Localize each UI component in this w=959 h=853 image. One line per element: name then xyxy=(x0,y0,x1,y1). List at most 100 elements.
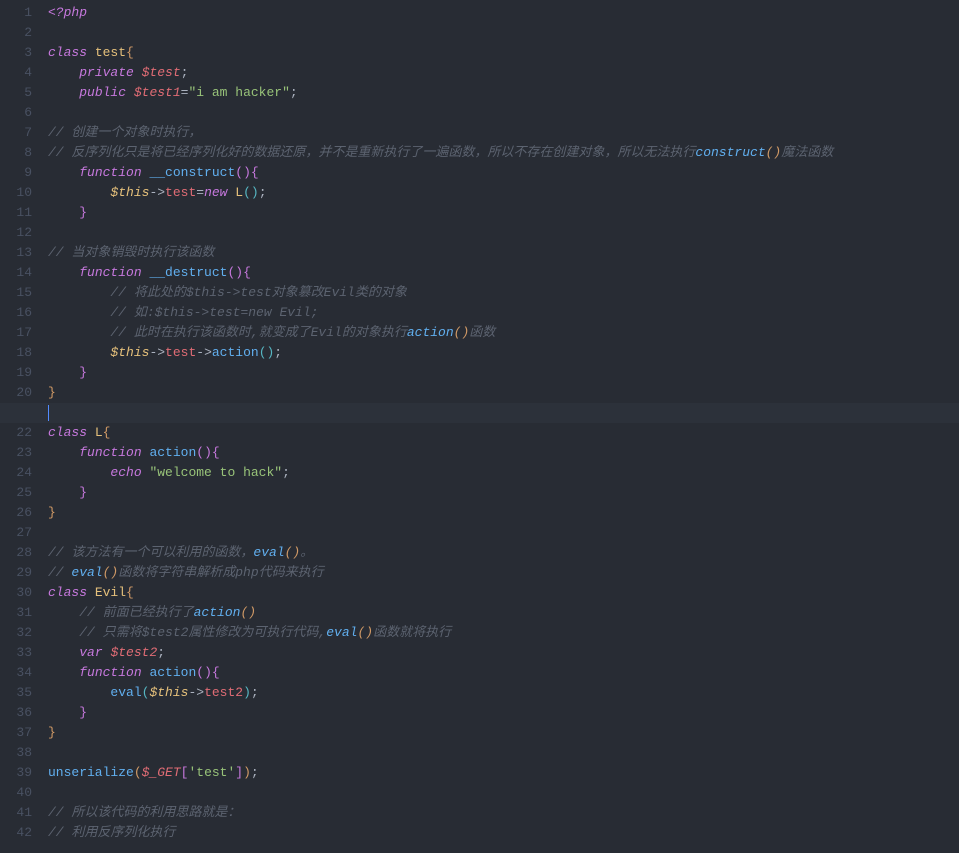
token-default xyxy=(48,165,79,180)
token-punct: ; xyxy=(157,645,165,660)
code-line[interactable]: $this->test->action(); xyxy=(40,343,959,363)
line-number: 28 xyxy=(0,543,40,563)
token-cmtfunc: construct xyxy=(695,145,765,160)
code-line[interactable] xyxy=(40,783,959,803)
token-comment: 函数将字符串解析成php代码来执行 xyxy=(118,565,323,580)
line-number: 23 xyxy=(0,443,40,463)
code-line[interactable]: // eval()函数将字符串解析成php代码来执行 xyxy=(40,563,959,583)
token-default xyxy=(48,645,79,660)
code-line[interactable]: } xyxy=(40,483,959,503)
token-string: "welcome to hack" xyxy=(149,465,282,480)
code-line[interactable]: } xyxy=(40,503,959,523)
code-line[interactable]: class Evil{ xyxy=(40,583,959,603)
token-keyword: function xyxy=(79,165,141,180)
token-class: L xyxy=(95,425,103,440)
line-number: 13 xyxy=(0,243,40,263)
token-default xyxy=(48,665,79,680)
code-line[interactable] xyxy=(40,403,959,423)
line-number: 36 xyxy=(0,703,40,723)
code-line[interactable]: // 该方法有一个可以利用的函数，eval()。 xyxy=(40,543,959,563)
code-line[interactable] xyxy=(40,103,959,123)
token-prop: test2 xyxy=(204,685,243,700)
token-cmtbrace: () xyxy=(766,145,782,160)
token-default xyxy=(48,485,79,500)
line-number: 19 xyxy=(0,363,40,383)
code-line[interactable]: // 反序列化只是将已经序列化好的数据还原，并不是重新执行了一遍函数，所以不存在… xyxy=(40,143,959,163)
token-brace3: () xyxy=(243,185,259,200)
code-line[interactable]: // 当对象销毁时执行该函数 xyxy=(40,243,959,263)
code-line[interactable]: // 只需将$test2属性修改为可执行代码,eval()函数就将执行 xyxy=(40,623,959,643)
code-line[interactable]: echo "welcome to hack"; xyxy=(40,463,959,483)
line-number: 8 xyxy=(0,143,40,163)
code-line[interactable]: // 此时在执行该函数时,就变成了Evil的对象执行action()函数 xyxy=(40,323,959,343)
token-cmtbrace: () xyxy=(103,565,119,580)
code-line[interactable] xyxy=(40,743,959,763)
token-func: eval xyxy=(110,685,141,700)
token-comment: // xyxy=(48,565,71,580)
code-line[interactable]: class L{ xyxy=(40,423,959,443)
code-line[interactable]: } xyxy=(40,723,959,743)
code-line[interactable]: function action(){ xyxy=(40,443,959,463)
code-line[interactable]: // 前面已经执行了action() xyxy=(40,603,959,623)
code-line[interactable]: eval($this->test2); xyxy=(40,683,959,703)
code-line[interactable]: } xyxy=(40,363,959,383)
code-line[interactable]: public $test1="i am hacker"; xyxy=(40,83,959,103)
code-line[interactable]: } xyxy=(40,203,959,223)
line-number: 26 xyxy=(0,503,40,523)
token-var: $_GET xyxy=(142,765,181,780)
line-number: 9 xyxy=(0,163,40,183)
token-var: $test xyxy=(142,65,181,80)
token-cmtfunc: eval xyxy=(326,625,357,640)
token-comment: 函数 xyxy=(469,325,495,340)
token-cmtfunc: action xyxy=(407,325,454,340)
code-line[interactable]: } xyxy=(40,703,959,723)
token-keyword: class xyxy=(48,585,87,600)
code-line[interactable]: // 如:$this->test=new Evil; xyxy=(40,303,959,323)
code-line[interactable] xyxy=(40,523,959,543)
token-comment: // 此时在执行该函数时,就变成了Evil的对象执行 xyxy=(110,325,406,340)
code-line[interactable]: // 利用反序列化执行 xyxy=(40,823,959,843)
token-default xyxy=(87,425,95,440)
code-line[interactable]: unserialize($_GET['test']); xyxy=(40,763,959,783)
code-line[interactable]: // 所以该代码的利用思路就是： xyxy=(40,803,959,823)
token-brace3: () xyxy=(259,345,275,360)
token-keyword: new xyxy=(204,185,227,200)
token-op: -> xyxy=(149,185,165,200)
code-line[interactable]: $this->test=new L(); xyxy=(40,183,959,203)
token-comment: // 将此处的$this->test对象篡改Evil类的对象 xyxy=(110,285,406,300)
token-brace2: } xyxy=(79,705,87,720)
line-number: 25 xyxy=(0,483,40,503)
code-line[interactable]: } xyxy=(40,383,959,403)
token-default xyxy=(48,305,110,320)
code-line[interactable] xyxy=(40,223,959,243)
code-line[interactable]: function __destruct(){ xyxy=(40,263,959,283)
code-line[interactable]: // 将此处的$this->test对象篡改Evil类的对象 xyxy=(40,283,959,303)
token-default xyxy=(48,285,110,300)
code-line[interactable] xyxy=(40,23,959,43)
line-number: 41 xyxy=(0,803,40,823)
code-line[interactable]: var $test2; xyxy=(40,643,959,663)
token-default xyxy=(48,345,110,360)
token-keyword: class xyxy=(48,45,87,60)
code-line[interactable]: // 创建一个对象时执行， xyxy=(40,123,959,143)
line-number: 37 xyxy=(0,723,40,743)
line-number: 34 xyxy=(0,663,40,683)
code-line[interactable]: class test{ xyxy=(40,43,959,63)
token-default xyxy=(134,65,142,80)
line-number: 24 xyxy=(0,463,40,483)
line-number: 1 xyxy=(0,3,40,23)
line-number: 18 xyxy=(0,343,40,363)
line-number: 6 xyxy=(0,103,40,123)
code-area[interactable]: <?php class test{ private $test; public … xyxy=(40,0,959,843)
code-line[interactable]: private $test; xyxy=(40,63,959,83)
token-punct: ; xyxy=(259,185,267,200)
token-keyword: var xyxy=(79,645,102,660)
code-line[interactable]: <?php xyxy=(40,3,959,23)
code-line[interactable]: function __construct(){ xyxy=(40,163,959,183)
token-var: $test1 xyxy=(134,85,181,100)
code-line[interactable]: function action(){ xyxy=(40,663,959,683)
token-brace: { xyxy=(126,585,134,600)
token-cmtfunc: action xyxy=(194,605,241,620)
code-editor[interactable]: 1234567891011121314151617181920212223242… xyxy=(0,0,959,843)
line-number: 5 xyxy=(0,83,40,103)
